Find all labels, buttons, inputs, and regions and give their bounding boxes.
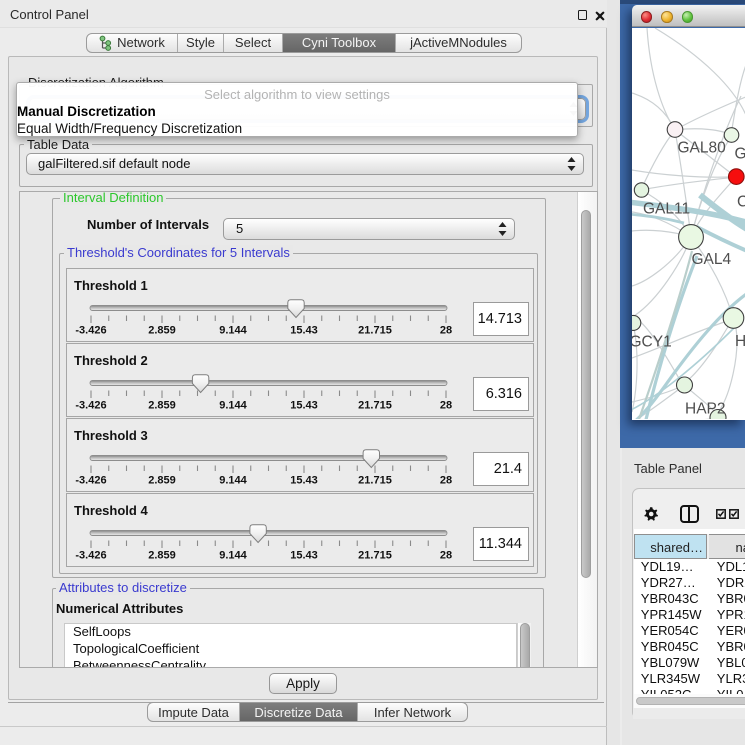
svg-text:2.859: 2.859 bbox=[148, 400, 176, 412]
svg-text:21.715: 21.715 bbox=[358, 325, 392, 337]
svg-text:2.859: 2.859 bbox=[148, 325, 176, 337]
svg-text:2.859: 2.859 bbox=[148, 475, 176, 487]
svg-text:28: 28 bbox=[440, 325, 452, 337]
svg-text:9.144: 9.144 bbox=[219, 475, 247, 487]
svg-text:H: H bbox=[735, 333, 745, 350]
svg-text:-3.426: -3.426 bbox=[75, 325, 106, 337]
svg-text:28: 28 bbox=[440, 475, 452, 487]
svg-text:21.715: 21.715 bbox=[358, 400, 392, 412]
svg-text:C: C bbox=[737, 194, 745, 211]
svg-text:15.43: 15.43 bbox=[290, 550, 318, 562]
svg-text:15.43: 15.43 bbox=[290, 475, 318, 487]
svg-text:21.715: 21.715 bbox=[358, 550, 392, 562]
svg-text:28: 28 bbox=[440, 400, 452, 412]
svg-text:15.43: 15.43 bbox=[290, 325, 318, 337]
svg-text:GAL11: GAL11 bbox=[643, 201, 690, 218]
svg-text:GAL80: GAL80 bbox=[678, 140, 727, 157]
svg-text:9.144: 9.144 bbox=[219, 325, 247, 337]
svg-text:28: 28 bbox=[440, 550, 452, 562]
svg-text:9.144: 9.144 bbox=[219, 550, 247, 562]
svg-text:21.715: 21.715 bbox=[358, 475, 392, 487]
svg-text:2.859: 2.859 bbox=[148, 550, 176, 562]
svg-text:-3.426: -3.426 bbox=[75, 400, 106, 412]
svg-text:9.144: 9.144 bbox=[219, 400, 247, 412]
svg-text:GAL4: GAL4 bbox=[692, 251, 732, 268]
svg-text:GCY1: GCY1 bbox=[632, 334, 672, 351]
svg-text:-3.426: -3.426 bbox=[75, 475, 106, 487]
svg-text:-3.426: -3.426 bbox=[75, 550, 106, 562]
svg-text:15.43: 15.43 bbox=[290, 400, 318, 412]
svg-text:GA: GA bbox=[735, 146, 745, 163]
svg-text:HAP2: HAP2 bbox=[685, 401, 726, 418]
